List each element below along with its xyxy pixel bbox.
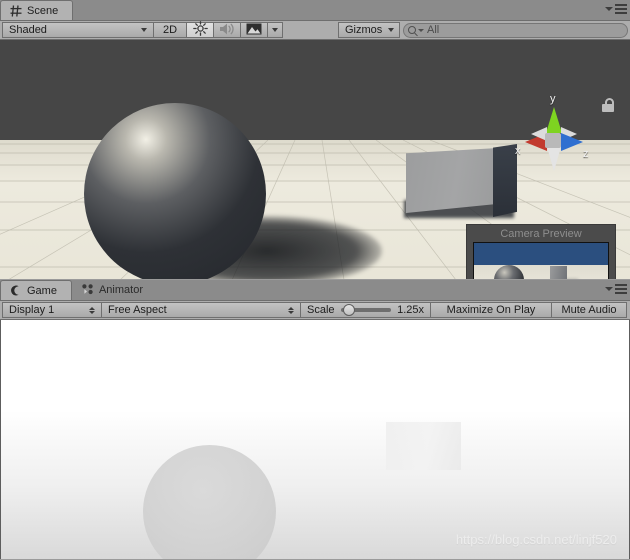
scene-viewport[interactable]: y x z Camera Preview	[0, 40, 630, 279]
gizmo-axis-x-label: x	[515, 145, 521, 157]
unity-editor-window: Scene Shaded 2D Gizmos All y x z Camera …	[0, 0, 630, 560]
game-tabbar: Game Animator	[0, 280, 630, 301]
hamburger-icon	[615, 284, 627, 294]
toggle-2d-label: 2D	[162, 24, 178, 36]
gizmo-axis-z-label: z	[583, 148, 589, 160]
tab-animator[interactable]: Animator	[72, 280, 157, 300]
tab-scene[interactable]: Scene	[0, 0, 74, 20]
camera-preview-cube	[550, 266, 567, 279]
lock-body	[602, 104, 614, 112]
game-toolbar: Display 1 Free Aspect Scale 1.25x Maximi…	[0, 301, 630, 320]
stepper-icon	[89, 306, 95, 314]
scene-audio-toggle[interactable]	[213, 22, 241, 38]
game-viewport[interactable]: https://blog.csdn.net/linjf520	[0, 320, 630, 559]
lock-icon[interactable]	[601, 98, 615, 112]
gizmos-label: Gizmos	[345, 24, 383, 36]
scale-label: Scale	[307, 304, 335, 316]
scale-slider-track[interactable]	[340, 304, 392, 316]
mute-audio-button[interactable]: Mute Audio	[551, 302, 627, 318]
chevron-down-icon	[272, 28, 278, 32]
scene-search-value: All	[427, 24, 440, 36]
display-dropdown[interactable]: Display 1	[2, 302, 102, 318]
scene-fx-dropdown[interactable]	[267, 22, 283, 38]
scene-panel: Scene Shaded 2D Gizmos All y x z Camera …	[0, 0, 630, 280]
gizmo-center-cube[interactable]	[545, 133, 561, 148]
chevron-down-icon	[388, 28, 395, 32]
game-background	[1, 320, 629, 559]
scene-toolbar: Shaded 2D Gizmos All	[0, 21, 630, 40]
scene-sphere-object[interactable]	[84, 103, 266, 279]
sun-icon	[192, 21, 208, 39]
maximize-on-play-button[interactable]: Maximize On Play	[430, 302, 552, 318]
scene-fx-toggle[interactable]	[240, 22, 268, 38]
chevron-down-icon	[605, 7, 613, 11]
scale-slider-knob[interactable]	[342, 304, 355, 316]
tab-game-label: Game	[27, 284, 57, 297]
scene-cube-object[interactable]	[406, 148, 498, 213]
gamepad-icon	[10, 285, 22, 297]
grid-icon	[10, 4, 22, 17]
search-icon	[408, 26, 416, 34]
chevron-down-icon	[141, 28, 147, 32]
display-label: Display 1	[9, 304, 55, 316]
tab-game[interactable]: Game	[0, 280, 72, 300]
scene-panel-menu-button[interactable]	[605, 4, 627, 14]
toggle-2d-button[interactable]: 2D	[153, 22, 187, 38]
hamburger-icon	[615, 4, 627, 14]
chevron-down-icon	[418, 28, 424, 32]
camera-preview-title: Camera Preview	[500, 227, 582, 240]
gizmo-cone-z[interactable]	[561, 133, 583, 151]
game-cube-object	[386, 422, 461, 470]
gizmo-cone-y[interactable]	[546, 107, 562, 133]
stepper-icon	[288, 306, 294, 314]
animator-icon	[82, 284, 94, 296]
scale-value: 1.25x	[397, 304, 424, 316]
shading-mode-dropdown[interactable]: Shaded	[2, 22, 154, 38]
scene-search-input[interactable]: All	[403, 22, 628, 38]
chevron-down-icon	[605, 287, 613, 291]
aspect-dropdown[interactable]: Free Aspect	[101, 302, 301, 318]
tab-scene-label: Scene	[27, 4, 59, 17]
speaker-icon	[219, 22, 235, 39]
camera-preview-sky	[474, 243, 608, 265]
gizmo-axis-y-label: y	[550, 93, 556, 105]
image-icon	[246, 23, 262, 38]
game-panel: Game Animator Display 1 Free Aspect Scal…	[0, 280, 630, 560]
tab-animator-label: Animator	[98, 284, 143, 296]
gizmos-dropdown[interactable]: Gizmos	[338, 22, 400, 38]
scene-lighting-toggle[interactable]	[186, 21, 214, 39]
scene-tabbar: Scene	[0, 0, 630, 21]
game-panel-menu-button[interactable]	[605, 284, 627, 294]
shading-mode-label: Shaded	[9, 24, 47, 36]
camera-preview-image	[473, 242, 609, 279]
gizmo-cone-neg-y[interactable]	[547, 147, 561, 171]
watermark-text: https://blog.csdn.net/linjf520	[455, 532, 617, 547]
scene-view-gizmo[interactable]: y x z	[505, 93, 601, 181]
maximize-on-play-label: Maximize On Play	[446, 304, 536, 316]
scale-slider-control[interactable]: Scale 1.25x	[300, 302, 431, 318]
camera-preview-panel: Camera Preview	[466, 224, 616, 279]
aspect-label: Free Aspect	[108, 304, 167, 316]
mute-audio-label: Mute Audio	[561, 304, 617, 316]
